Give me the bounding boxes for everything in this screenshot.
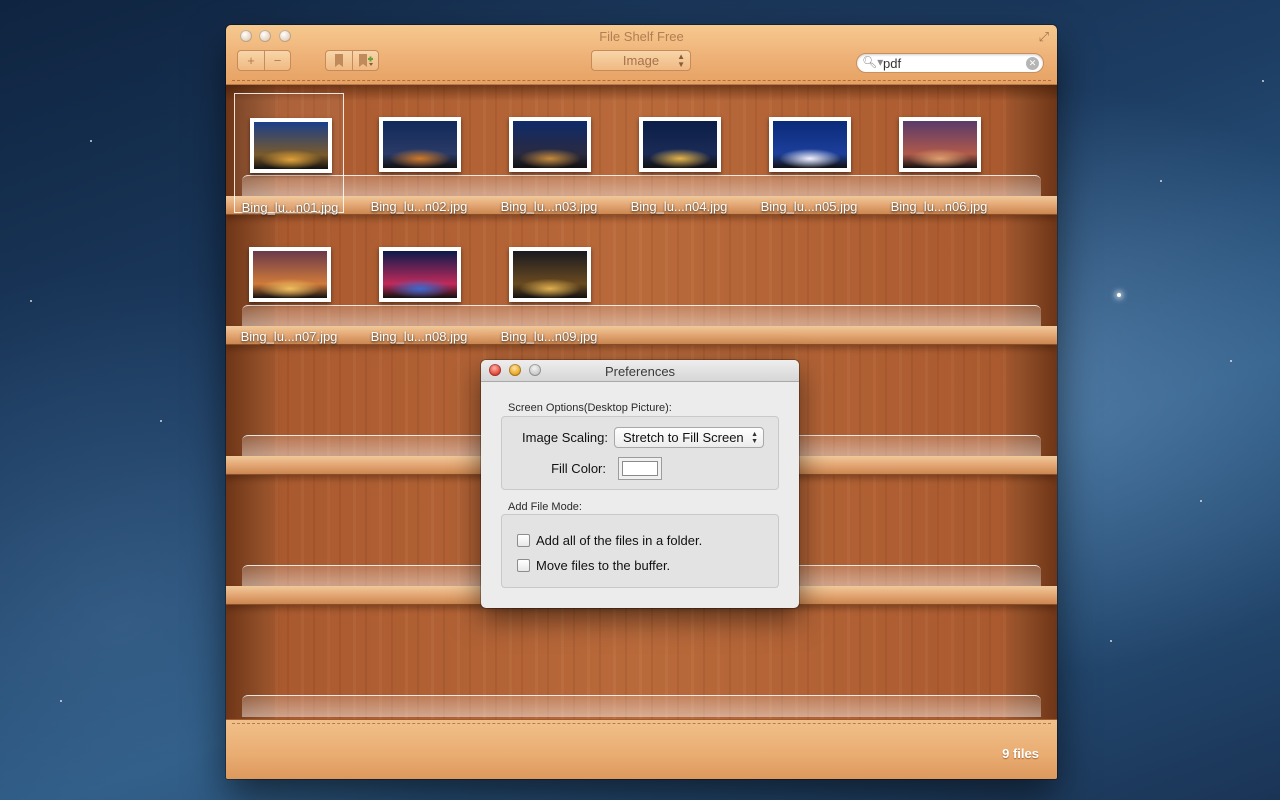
- select-arrows-icon: ▲ ▼: [751, 431, 758, 445]
- shelf-item[interactable]: Bing_lu...n03.jpg: [494, 93, 604, 214]
- popup-arrows-icon: ▲ ▼: [677, 52, 685, 69]
- status-bar: 9 files: [226, 719, 1057, 779]
- preferences-dialog: Preferences Screen Options(Desktop Pictu…: [481, 360, 799, 608]
- bookmark-add-button[interactable]: [352, 51, 378, 70]
- add-folder-checkbox[interactable]: [517, 533, 530, 547]
- preferences-title: Preferences: [604, 364, 676, 379]
- image-thumbnail: [249, 247, 331, 302]
- thumbnail-picture: [643, 121, 717, 168]
- thumbnail-picture: [773, 121, 847, 168]
- shelf-item-label: Bing_lu...n03.jpg: [500, 199, 598, 214]
- shelf-item-label: Bing_lu...n02.jpg: [370, 199, 468, 214]
- shelf-item-label: Bing_lu...n09.jpg: [500, 329, 598, 344]
- shelf-item-label: Bing_lu...n06.jpg: [890, 199, 988, 214]
- file-count: 9 files: [1002, 746, 1039, 761]
- thumbnail-picture: [903, 121, 977, 168]
- shelf-item-label: Bing_lu...n04.jpg: [630, 199, 728, 214]
- bookmark-add-icon: [358, 54, 373, 67]
- shelf-item-label: Bing_lu...n05.jpg: [760, 199, 858, 214]
- screen-options-group: Image Scaling: Stretch to Fill Screen ▲ ▼…: [501, 416, 779, 490]
- shelf-item-label: Bing_lu...n08.jpg: [370, 329, 468, 344]
- shelf-item[interactable]: Bing_lu...n04.jpg: [624, 93, 734, 214]
- move-buffer-option[interactable]: Move files to the buffer.: [517, 557, 670, 573]
- add-folder-option[interactable]: Add all of the files in a folder.: [517, 532, 702, 548]
- move-buffer-checkbox[interactable]: [517, 558, 530, 572]
- clear-search-icon[interactable]: ✕: [1026, 57, 1039, 70]
- image-thumbnail: [379, 247, 461, 302]
- image-thumbnail: [250, 118, 332, 173]
- shelf-item[interactable]: Bing_lu...n07.jpg: [234, 223, 344, 344]
- fullscreen-icon[interactable]: ⤢: [1039, 29, 1049, 45]
- shelf-5: [226, 695, 1057, 719]
- shelf-item[interactable]: Bing_lu...n01.jpg: [234, 93, 344, 215]
- image-thumbnail: [899, 117, 981, 172]
- add-button[interactable]: +: [238, 51, 264, 70]
- shelf-item[interactable]: Bing_lu...n05.jpg: [754, 93, 864, 214]
- thumbnail-picture: [383, 121, 457, 168]
- add-remove-group: + −: [237, 50, 291, 71]
- fill-color-swatch: [622, 461, 658, 476]
- thumbnail-picture: [513, 251, 587, 298]
- thumbnail-picture: [254, 122, 328, 169]
- image-thumbnail: [509, 247, 591, 302]
- add-folder-label: Add all of the files in a folder.: [536, 532, 703, 548]
- image-scaling-label: Image Scaling:: [522, 430, 608, 445]
- remove-button[interactable]: −: [264, 51, 290, 70]
- bookmark-icon: [335, 54, 343, 67]
- shelf-item[interactable]: Bing_lu...n06.jpg: [884, 93, 994, 214]
- search-field[interactable]: 🔍︎▾ ✕: [856, 53, 1044, 73]
- image-scaling-value: Stretch to Fill Screen: [623, 430, 744, 445]
- fill-color-label: Fill Color:: [551, 461, 606, 476]
- fill-color-well[interactable]: [618, 457, 662, 480]
- kind-popup[interactable]: Image ▲ ▼: [591, 50, 691, 71]
- image-thumbnail: [509, 117, 591, 172]
- image-thumbnail: [769, 117, 851, 172]
- bookmark-group: [325, 50, 379, 71]
- search-input[interactable]: [883, 55, 1023, 71]
- bookmark-button[interactable]: [326, 51, 352, 70]
- image-scaling-select[interactable]: Stretch to Fill Screen ▲ ▼: [614, 427, 764, 448]
- shelf-item[interactable]: Bing_lu...n09.jpg: [494, 223, 604, 344]
- shelf-item-label: Bing_lu...n07.jpg: [240, 329, 338, 344]
- shelf-item[interactable]: Bing_lu...n08.jpg: [364, 223, 474, 344]
- window-titlebar: File Shelf Free ⤢ + − Image ▲▼ 🔍︎▾ ✕: [226, 25, 1057, 85]
- add-file-mode-label: Add File Mode:: [508, 501, 582, 513]
- search-icon: 🔍︎▾: [862, 55, 884, 69]
- kind-popup-value: Image: [622, 53, 660, 68]
- shelf-item-label: Bing_lu...n01.jpg: [241, 200, 339, 215]
- move-buffer-label: Move files to the buffer.: [536, 557, 671, 573]
- preferences-titlebar: Preferences: [481, 360, 799, 382]
- screen-options-label: Screen Options(Desktop Picture):: [508, 402, 672, 414]
- thumbnail-picture: [513, 121, 587, 168]
- image-thumbnail: [639, 117, 721, 172]
- image-thumbnail: [379, 117, 461, 172]
- window-title: File Shelf Free: [599, 29, 684, 44]
- add-file-mode-group: Add all of the files in a folder. Move f…: [501, 514, 779, 588]
- thumbnail-picture: [253, 251, 327, 298]
- thumbnail-picture: [383, 251, 457, 298]
- shelf-item[interactable]: Bing_lu...n02.jpg: [364, 93, 474, 214]
